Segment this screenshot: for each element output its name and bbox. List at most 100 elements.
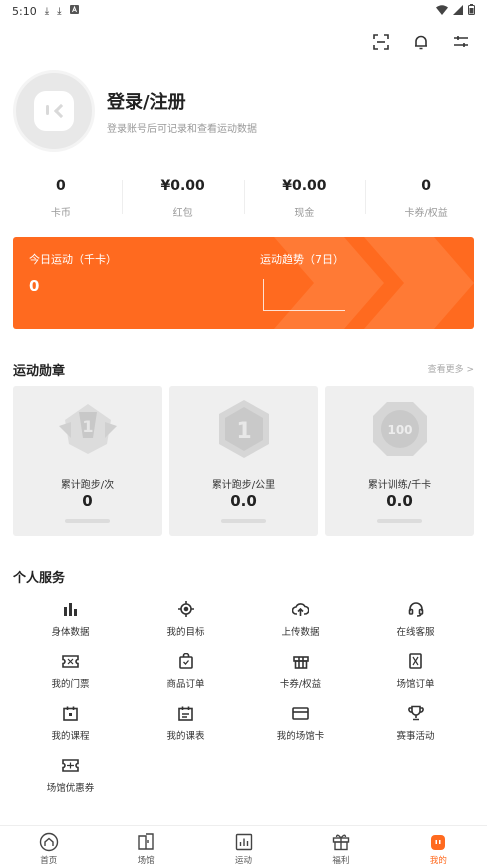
bell-icon[interactable]: [411, 32, 431, 52]
status-bar: 5:10 ⤓ ⤓: [0, 0, 487, 22]
service-label: 我的门票: [51, 679, 90, 690]
service-label: 我的课程: [51, 731, 90, 742]
service-label: 身体数据: [51, 627, 90, 638]
stat-value: 0: [421, 178, 431, 194]
tab-home[interactable]: 首页: [0, 826, 97, 867]
training-calorie-medal-icon: 100: [373, 402, 427, 456]
stat-label: 红包: [172, 208, 193, 219]
service-events[interactable]: 赛事活动: [358, 704, 473, 743]
stat-label: 卡币: [50, 208, 71, 219]
gift-icon: [292, 652, 310, 670]
badge-label: 累计训练/千卡: [367, 480, 432, 491]
stat-red-packet[interactable]: ¥0.00 红包: [121, 178, 244, 219]
service-venue-coupons[interactable]: 场馆优惠券: [13, 756, 128, 795]
tab-mine[interactable]: 我的: [390, 826, 487, 867]
login-register-link[interactable]: 登录/注册: [107, 88, 257, 114]
wallet-stats: 0 卡币 ¥0.00 红包 ¥0.00 现金 0 卡券/权益: [0, 178, 487, 219]
badge-value: 0.0: [386, 492, 413, 510]
badge-card[interactable]: 1 累计跑步/公里 0.0: [169, 386, 318, 536]
service-upload-data[interactable]: 上传数据: [243, 600, 358, 639]
home-icon: [39, 832, 59, 852]
service-product-orders[interactable]: 商品订单: [128, 652, 243, 691]
coupon-icon: [62, 756, 80, 774]
badge-value: 0: [82, 492, 93, 510]
badge-progress-bar: [221, 519, 266, 523]
badge-value: 0.0: [230, 492, 257, 510]
wifi-icon: [436, 4, 448, 18]
scan-icon[interactable]: [371, 32, 391, 52]
bar-chart-icon: [62, 600, 80, 618]
tab-welfare[interactable]: 福利: [292, 826, 389, 867]
stat-coins[interactable]: 0 卡币: [0, 178, 122, 219]
service-label: 上传数据: [281, 627, 320, 638]
service-my-courses[interactable]: 我的课程: [13, 704, 128, 743]
svg-text:100: 100: [387, 423, 412, 437]
badge-label: 累计跑步/次: [60, 480, 115, 491]
status-time: 5:10: [12, 4, 37, 18]
tab-label: 福利: [332, 856, 350, 866]
today-sport-label: 今日运动（千卡）: [29, 253, 117, 266]
download-icon: ⤓: [44, 5, 50, 17]
badges-section-title: 运动勋章: [13, 364, 66, 379]
service-label: 我的场馆卡: [276, 731, 325, 742]
download-icon: ⤓: [57, 5, 62, 17]
tab-label: 运动: [235, 856, 253, 866]
sport-trend-label: 运动趋势（7日）: [260, 253, 344, 266]
svg-text:1: 1: [82, 417, 93, 436]
settings-sliders-icon[interactable]: [451, 32, 471, 52]
signal-icon: [453, 4, 463, 18]
service-my-venue-card[interactable]: 我的场馆卡: [243, 704, 358, 743]
service-venue-orders[interactable]: 场馆订单: [358, 652, 473, 691]
schedule-icon: [177, 704, 195, 722]
today-sport-value: 0: [29, 277, 40, 295]
shopping-bag-icon: [177, 652, 195, 670]
card-icon: [292, 704, 310, 722]
tab-venue[interactable]: 场馆: [97, 826, 194, 867]
service-label: 在线客服: [396, 627, 435, 638]
badge-label: 累计跑步/公里: [211, 480, 276, 491]
default-avatar-icon: [34, 91, 74, 131]
stat-coupons[interactable]: 0 卡券/权益: [365, 178, 487, 219]
badge-list: 1 累计跑步/次 0 1 累计跑步/公里 0.0 100 累计训练/千卡 0.0: [13, 386, 474, 536]
headset-icon: [407, 600, 425, 618]
badge-card[interactable]: 1 累计跑步/次 0: [13, 386, 162, 536]
gift-box-icon: [331, 832, 351, 852]
venue-order-icon: [407, 652, 425, 670]
service-label: 卡券/权益: [279, 679, 322, 690]
service-label: 场馆优惠券: [46, 783, 95, 794]
service-body-data[interactable]: 身体数据: [13, 600, 128, 639]
stat-label: 现金: [294, 208, 315, 219]
stat-value: 0: [56, 178, 66, 194]
sport-summary-card[interactable]: 今日运动（千卡） 0 运动趋势（7日）: [13, 237, 474, 329]
trophy-icon: [407, 704, 425, 722]
running-distance-medal-icon: 1: [219, 400, 269, 458]
service-my-goal[interactable]: 我的目标: [128, 600, 243, 639]
service-label: 商品订单: [166, 679, 205, 690]
tab-label: 首页: [40, 856, 58, 866]
badge-progress-bar: [377, 519, 422, 523]
target-icon: [177, 600, 195, 618]
profile-icon: [428, 832, 448, 852]
service-my-tickets[interactable]: 我的门票: [13, 652, 128, 691]
tab-sport[interactable]: 运动: [195, 826, 292, 867]
services-grid: 身体数据 我的目标 上传数据 在线客服 我的门票 商品订单 卡券/权益 场馆订单…: [13, 600, 474, 795]
services-section-title: 个人服务: [13, 571, 66, 586]
service-online-support[interactable]: 在线客服: [358, 600, 473, 639]
svg-text:1: 1: [236, 419, 251, 444]
stat-value: ¥0.00: [160, 178, 205, 194]
sport-icon: [234, 832, 254, 852]
notification-a-icon: [69, 5, 79, 17]
battery-icon: [468, 4, 475, 18]
service-label: 我的目标: [166, 627, 205, 638]
stat-label: 卡券/权益: [404, 208, 448, 219]
badge-card[interactable]: 100 累计训练/千卡 0.0: [325, 386, 474, 536]
tab-label: 场馆: [137, 856, 155, 866]
service-my-schedule[interactable]: 我的课表: [128, 704, 243, 743]
profile-header[interactable]: 登录/注册 登录账号后可记录和查看运动数据: [13, 70, 257, 152]
stat-value: ¥0.00: [282, 178, 327, 194]
stat-cash[interactable]: ¥0.00 现金: [243, 178, 366, 219]
service-coupons-rights[interactable]: 卡券/权益: [243, 652, 358, 691]
avatar[interactable]: [13, 70, 95, 152]
login-hint: 登录账号后可记录和查看运动数据: [107, 123, 257, 135]
see-more-link[interactable]: 查看更多 >: [428, 362, 474, 375]
